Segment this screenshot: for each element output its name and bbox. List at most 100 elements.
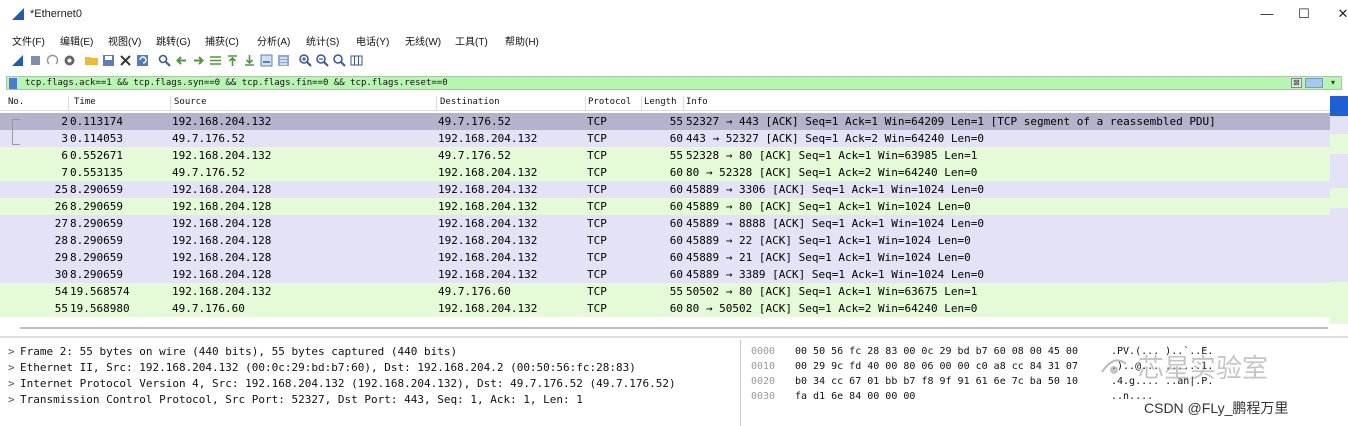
resize-columns-icon[interactable]: [349, 53, 364, 68]
packet-time: 0.552671: [70, 149, 123, 162]
horizontal-scrollbar[interactable]: [0, 336, 1348, 338]
packet-time: 0.553135: [70, 166, 123, 179]
zoom-in-icon[interactable]: [298, 53, 313, 68]
column-divider[interactable]: [683, 96, 684, 110]
options-icon[interactable]: [62, 53, 77, 68]
filter-bookmark-icon[interactable]: [9, 78, 17, 89]
packet-row[interactable]: 26 8.290659 192.168.204.128 192.168.204.132…: [0, 198, 1330, 215]
packet-row[interactable]: 30 8.290659 192.168.204.128 192.168.204.132…: [0, 266, 1330, 283]
menu-capture[interactable]: 捕获(C): [205, 33, 239, 48]
column-header-time[interactable]: Time: [74, 97, 96, 107]
menu-tools[interactable]: 工具(T): [455, 33, 488, 48]
packet-row[interactable]: 27 8.290659 192.168.204.128 192.168.204.132…: [0, 215, 1330, 232]
colorize-icon[interactable]: [276, 53, 291, 68]
menu-statistics[interactable]: 统计(S): [306, 33, 339, 48]
packet-info: 45889 → 3389 [ACK] Seq=1 Ack=1 Win=1024 …: [686, 268, 985, 281]
expand-arrow-icon[interactable]: >: [8, 392, 20, 408]
detail-ipv4[interactable]: > Internet Protocol Version 4, Src: 192.1…: [8, 376, 676, 392]
close-button[interactable]: ✕: [1326, 4, 1348, 24]
packet-row[interactable]: 28 8.290659 192.168.204.128 192.168.204.132…: [0, 232, 1330, 249]
packet-row[interactable]: 54 19.568574 192.168.204.132 49.7.176.60 TCP…: [0, 283, 1330, 300]
expand-arrow-icon[interactable]: >: [8, 376, 20, 392]
goto-icon[interactable]: [208, 53, 223, 68]
column-header-length[interactable]: Length: [644, 97, 677, 107]
menu-file[interactable]: 文件(F): [12, 33, 45, 48]
packet-row[interactable]: 2 0.113174 192.168.204.132 49.7.176.52 TCP 55…: [0, 113, 1330, 130]
maximize-button[interactable]: ☐: [1287, 4, 1321, 24]
chevron-down-icon[interactable]: ▾: [1328, 77, 1338, 89]
restart-icon[interactable]: [45, 53, 60, 68]
column-header-info[interactable]: Info: [686, 97, 708, 107]
packet-length: 60: [669, 183, 683, 196]
packet-list-scrollbar[interactable]: [1330, 96, 1348, 324]
packet-destination: 192.168.204.132: [438, 217, 538, 230]
csdn-watermark: CSDN @FLy_鹏程万里: [1144, 400, 1289, 416]
display-filter-input[interactable]: tcp.flags.ack==1 && tcp.flags.syn==0 && …: [25, 77, 448, 89]
column-divider[interactable]: [436, 96, 437, 110]
reload-icon[interactable]: [135, 53, 150, 68]
packet-time: 19.568980: [70, 302, 130, 315]
bytes-row[interactable]: 0030 fa d1 6e 84 00 00 00 ..n....: [751, 389, 1153, 404]
shark-fin-start-icon[interactable]: [10, 53, 25, 68]
packet-destination: 192.168.204.132: [438, 268, 538, 281]
menu-view[interactable]: 视图(V): [108, 33, 141, 48]
packet-row[interactable]: 7 0.553135 49.7.176.52 192.168.204.132 TCP 60…: [0, 164, 1330, 181]
menu-edit[interactable]: 编辑(E): [60, 33, 93, 48]
minimize-button[interactable]: —: [1250, 4, 1284, 24]
packet-protocol: TCP: [587, 285, 607, 298]
minimap-band: [1330, 188, 1348, 208]
menu-go[interactable]: 跳转(G): [156, 33, 190, 48]
packet-no: 7: [61, 166, 68, 179]
first-packet-icon[interactable]: [225, 53, 240, 68]
detail-frame[interactable]: > Frame 2: 55 bytes on wire (440 bits), 5…: [8, 344, 457, 360]
autoscroll-icon[interactable]: [259, 53, 274, 68]
expand-arrow-icon[interactable]: >: [8, 344, 20, 360]
zoom-reset-icon[interactable]: [332, 53, 347, 68]
menu-telephony[interactable]: 电话(Y): [356, 33, 389, 48]
packet-length: 55: [669, 115, 683, 128]
packet-row[interactable]: 29 8.290659 192.168.204.128 192.168.204.132…: [0, 249, 1330, 266]
packet-destination: 49.7.176.60: [438, 285, 511, 298]
column-header-protocol[interactable]: Protocol: [588, 97, 631, 107]
column-divider[interactable]: [68, 96, 69, 110]
find-icon[interactable]: [157, 53, 172, 68]
clear-filter-icon[interactable]: ⊠: [1291, 78, 1302, 88]
zoom-out-icon[interactable]: [315, 53, 330, 68]
detail-tcp[interactable]: > Transmission Control Protocol, Src Port…: [8, 392, 583, 408]
pane-splitter[interactable]: [20, 327, 1328, 329]
forward-icon[interactable]: [191, 53, 206, 68]
packet-time: 8.290659: [70, 183, 123, 196]
apply-filter-button[interactable]: [1305, 78, 1323, 88]
packet-row[interactable]: 6 0.552671 192.168.204.132 49.7.176.52 TCP 55…: [0, 147, 1330, 164]
save-icon[interactable]: [101, 53, 116, 68]
column-divider[interactable]: [585, 96, 586, 110]
packet-time: 8.290659: [70, 234, 123, 247]
open-folder-icon[interactable]: [84, 53, 99, 68]
column-header-source[interactable]: Source: [174, 97, 207, 107]
menu-wireless[interactable]: 无线(W): [405, 33, 441, 48]
column-divider[interactable]: [641, 96, 642, 110]
detail-ethernet[interactable]: > Ethernet II, Src: 192.168.204.132 (00:0…: [8, 360, 636, 376]
packet-time: 8.290659: [70, 268, 123, 281]
packet-destination: 192.168.204.132: [438, 251, 538, 264]
back-icon[interactable]: [174, 53, 189, 68]
title-bar: *Ethernet0 — ☐ ✕: [0, 0, 1348, 28]
menu-analyze[interactable]: 分析(A): [257, 33, 290, 48]
menu-help[interactable]: 帮助(H): [505, 33, 539, 48]
packet-info: 45889 → 80 [ACK] Seq=1 Ack=1 Win=1024 Le…: [686, 200, 971, 213]
column-header-no[interactable]: No.: [8, 97, 24, 107]
stop-icon[interactable]: [28, 53, 43, 68]
close-file-icon[interactable]: [118, 53, 133, 68]
expand-arrow-icon[interactable]: >: [8, 360, 20, 376]
packet-destination: 192.168.204.132: [438, 200, 538, 213]
detail-label: Ethernet II, Src: 192.168.204.132 (00:0c…: [20, 361, 636, 374]
packet-info: 52328 → 80 [ACK] Seq=1 Ack=1 Win=63985 L…: [686, 149, 978, 162]
column-divider[interactable]: [170, 96, 171, 110]
packet-time: 8.290659: [70, 200, 123, 213]
last-packet-icon[interactable]: [242, 53, 257, 68]
packet-row[interactable]: 3 0.114053 49.7.176.52 192.168.204.132 TCP 60…: [0, 130, 1330, 147]
bytes-offset: 0000: [751, 346, 776, 357]
packet-row[interactable]: 25 8.290659 192.168.204.128 192.168.204.132…: [0, 181, 1330, 198]
packet-row[interactable]: 55 19.568980 49.7.176.60 192.168.204.132 TCP…: [0, 300, 1330, 317]
column-header-destination[interactable]: Destination: [440, 97, 500, 107]
